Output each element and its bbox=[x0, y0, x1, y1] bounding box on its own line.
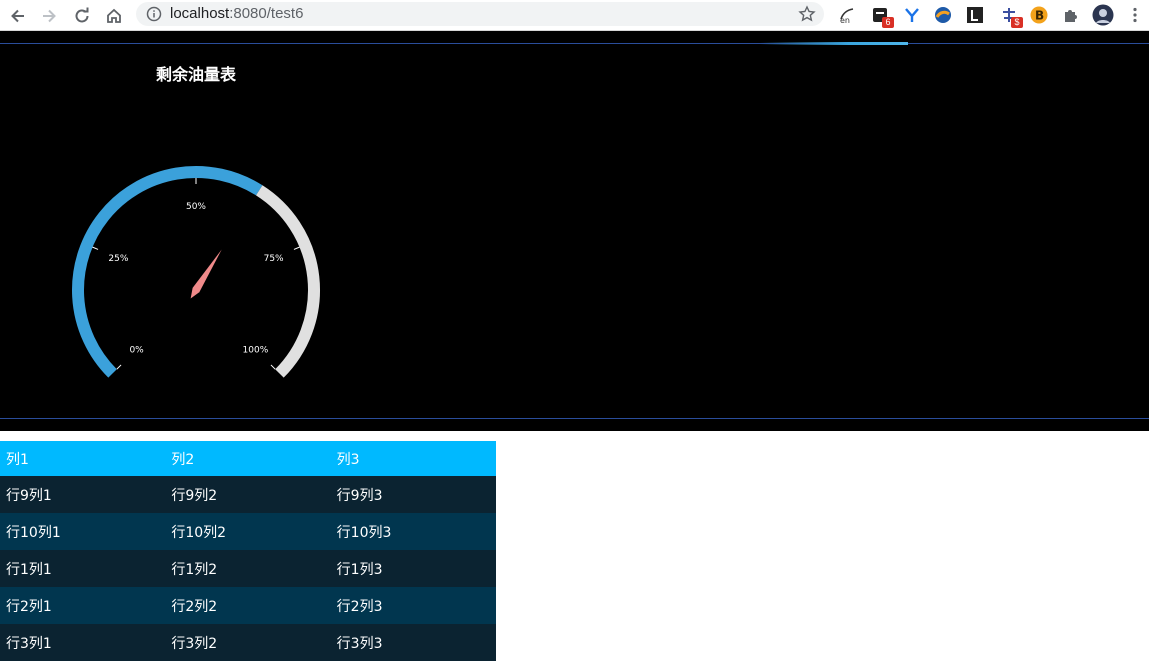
fuel-gauge: 0% 25% 50% 75% 100% bbox=[72, 166, 320, 378]
table-cell: 行10列1 bbox=[6, 524, 61, 541]
table-cell: 行1列2 bbox=[171, 561, 218, 578]
avatar-icon bbox=[1092, 4, 1114, 26]
puzzle-icon[interactable] bbox=[1060, 4, 1082, 26]
browser-toolbar: localhost:8080/test6 en 6 $ B bbox=[0, 0, 1149, 31]
gauge-filled-arc bbox=[72, 166, 263, 378]
table-header: 列1 列2 列3 bbox=[0, 441, 496, 476]
kebab-menu-icon bbox=[1133, 7, 1137, 23]
l-extension-icon[interactable] bbox=[964, 4, 986, 26]
gauge-tick-label: 0% bbox=[129, 345, 144, 355]
y-glyph-icon bbox=[905, 8, 919, 22]
translate-extension-icon[interactable]: en bbox=[837, 4, 859, 26]
table-cell: 行9列3 bbox=[336, 487, 383, 504]
table-row[interactable]: 行2列1 行2列2 行2列3 bbox=[0, 587, 496, 624]
table-cell: 行10列3 bbox=[336, 524, 392, 541]
url-path: :8080/test6 bbox=[229, 5, 304, 22]
back-arrow-icon bbox=[11, 9, 24, 23]
header-col-1[interactable]: 列1 bbox=[0, 449, 165, 469]
table-cell: 行2列1 bbox=[6, 598, 52, 615]
table-cell: 行1列3 bbox=[336, 561, 383, 578]
l-glyph-icon bbox=[967, 7, 983, 23]
chinese-badge: $ bbox=[1011, 17, 1023, 28]
url-host: localhost bbox=[170, 5, 230, 22]
gauge-tick-label: 75% bbox=[264, 254, 284, 264]
table-cell: 行2列2 bbox=[171, 598, 218, 615]
home-icon bbox=[107, 8, 121, 23]
notes-badge: 6 bbox=[882, 17, 894, 28]
table-cell: 行10列2 bbox=[171, 524, 227, 541]
profile-avatar[interactable] bbox=[1092, 4, 1114, 26]
table-row[interactable]: 行10列1 行10列2 行10列3 bbox=[0, 513, 496, 550]
browser-menu-button[interactable] bbox=[1124, 4, 1146, 26]
notes-extension-icon[interactable]: 6 bbox=[869, 4, 894, 28]
forward-arrow-icon bbox=[43, 9, 56, 23]
translate-glyph-icon: en bbox=[840, 8, 854, 25]
top-glow-accent bbox=[760, 42, 908, 45]
gauge-tick bbox=[92, 246, 99, 250]
top-divider bbox=[0, 43, 1149, 44]
bookmark-star-icon[interactable] bbox=[798, 5, 816, 23]
address-bar[interactable]: localhost:8080/test6 bbox=[136, 2, 824, 26]
reload-button[interactable] bbox=[70, 4, 94, 28]
home-button[interactable] bbox=[102, 4, 126, 28]
back-button[interactable] bbox=[6, 4, 30, 28]
table-row[interactable]: 行1列1 行1列2 行1列3 bbox=[0, 550, 496, 587]
gauge-tick-label: 50% bbox=[186, 202, 206, 212]
header-col-2[interactable]: 列2 bbox=[165, 449, 330, 469]
globe-glyph-icon bbox=[935, 7, 951, 23]
dashboard-panel: 剩余油量表 0% 25% 50% 75% 100% bbox=[0, 31, 1149, 431]
header-col-3[interactable]: 列3 bbox=[331, 449, 496, 469]
bottom-divider bbox=[0, 418, 1149, 419]
url-text[interactable]: localhost:8080/test6 bbox=[170, 5, 303, 22]
svg-text:B: B bbox=[1035, 9, 1044, 23]
data-table: 列1 列2 列3 行9列1 行9列2 行9列3 行10列1 行10列2 行10列… bbox=[0, 441, 496, 661]
gauge-tick bbox=[116, 364, 122, 370]
svg-text:en: en bbox=[840, 16, 850, 25]
gauge-tick bbox=[293, 246, 300, 250]
info-icon[interactable] bbox=[146, 6, 162, 22]
globe-extension-icon[interactable] bbox=[932, 4, 954, 26]
puzzle-glyph-icon bbox=[1065, 10, 1077, 22]
table-cell: 行2列3 bbox=[336, 598, 383, 615]
table-cell: 行1列1 bbox=[6, 561, 52, 578]
gauge-tick-label: 25% bbox=[108, 254, 128, 264]
b-extension-icon[interactable]: B bbox=[1028, 4, 1050, 26]
forward-button[interactable] bbox=[37, 4, 61, 28]
table-cell: 行3列1 bbox=[6, 635, 52, 652]
gauge-tick bbox=[270, 364, 276, 370]
table-cell: 行9列2 bbox=[171, 487, 218, 504]
gauge-pointer bbox=[190, 249, 222, 299]
table-row[interactable]: 行3列1 行3列2 行3列3 bbox=[0, 624, 496, 661]
table-row[interactable]: 行9列1 行9列2 行9列3 bbox=[0, 476, 496, 513]
y-extension-icon[interactable] bbox=[901, 4, 923, 26]
table-cell: 行9列1 bbox=[6, 487, 52, 504]
reload-icon bbox=[75, 7, 89, 23]
chinese-extension-icon[interactable]: $ bbox=[998, 4, 1023, 28]
gauge-tick-label: 100% bbox=[243, 345, 269, 355]
table-cell: 行3列2 bbox=[171, 635, 218, 652]
b-glyph-icon: B bbox=[1030, 6, 1048, 24]
table-cell: 行3列3 bbox=[336, 635, 383, 652]
